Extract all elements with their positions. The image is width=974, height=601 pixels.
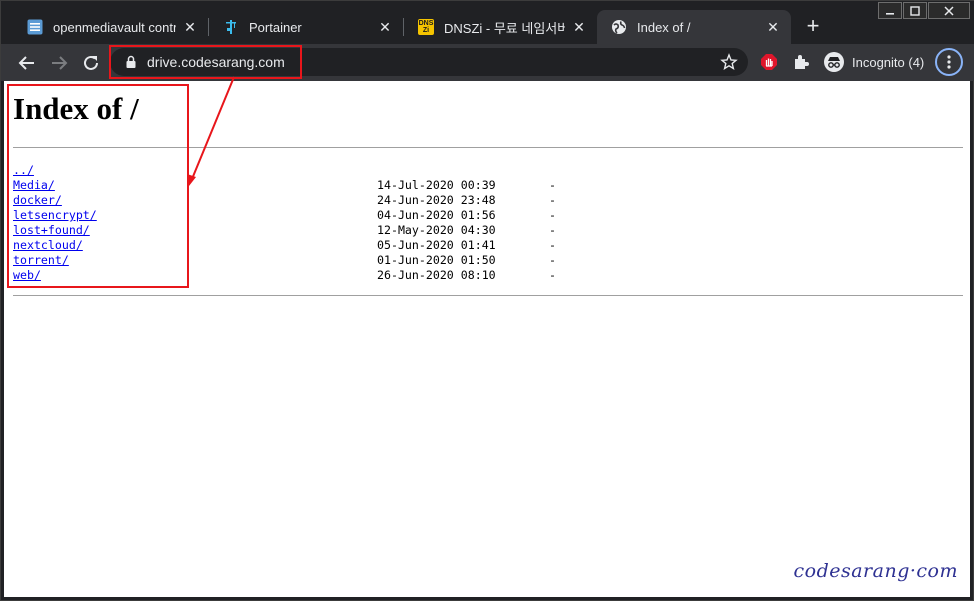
browser-window: openmediavault control ✕ Portainer ✕ DNS… (0, 0, 974, 601)
annotation-arrow (187, 76, 235, 186)
